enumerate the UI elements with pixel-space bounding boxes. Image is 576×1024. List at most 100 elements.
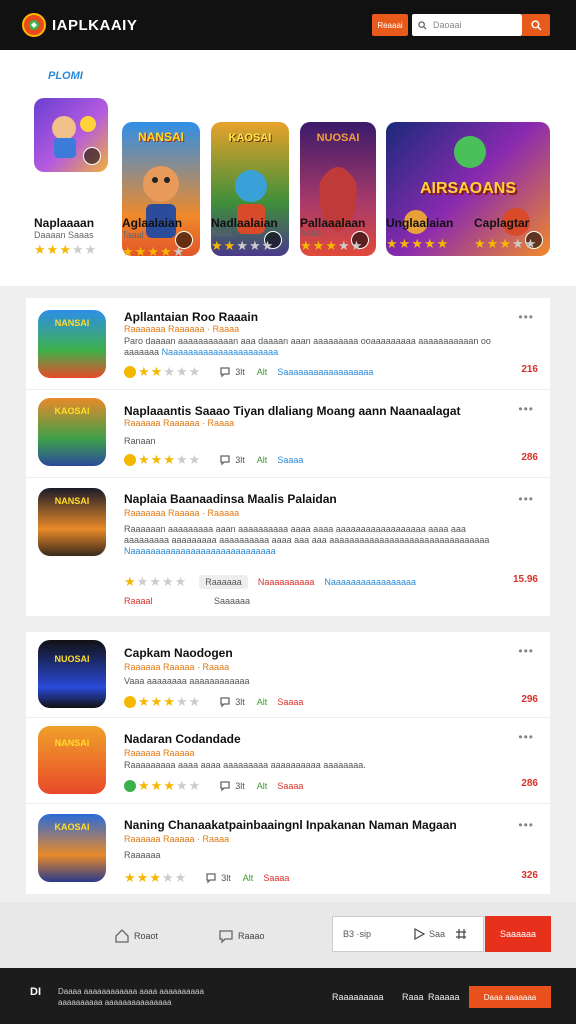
- list-item[interactable]: KAOSAI Naning Chanaakatpainbaaingnl Inpa…: [26, 804, 550, 894]
- app-title[interactable]: Naning Chanaakatpainbaaingnl Inpakanan N…: [124, 818, 457, 832]
- list-item[interactable]: NANSAI Apllantaian Roo Raaain Raaaaaaa R…: [26, 298, 550, 390]
- featured-title-6[interactable]: Caplagtar: [474, 216, 529, 230]
- app-title[interactable]: Naplaaantis Saaao Tiyan dlaliang Moang a…: [124, 404, 461, 418]
- featured-tile-1[interactable]: [34, 98, 108, 172]
- star-empty-icon: ★: [163, 364, 176, 379]
- list-item[interactable]: NUOSAI Capkam Naodogen Raaaaaa Raaaaa · …: [26, 632, 550, 718]
- more-options-icon[interactable]: •••: [518, 818, 534, 832]
- nav-chat[interactable]: Raaao: [218, 928, 265, 944]
- rating-stars-3: ★★★★★: [211, 238, 274, 254]
- rating-stars-1: ★★★★★: [34, 242, 97, 258]
- star-filled-icon: ★: [474, 236, 487, 251]
- more-options-icon[interactable]: •••: [518, 492, 534, 506]
- primary-cta-button[interactable]: Saaaaaa: [485, 916, 551, 952]
- app-subtitle: Raaaaaaa Raaaaaa · Raaaa: [124, 324, 240, 334]
- footer-link-left[interactable]: Raaaal: [124, 596, 153, 606]
- app-title[interactable]: Apllantaian Roo Raaain: [124, 310, 258, 324]
- app-icon: NANSAI: [38, 726, 106, 794]
- star-filled-icon: ★: [159, 244, 173, 259]
- comment-icon[interactable]: [219, 454, 231, 466]
- footer-logo[interactable]: DI: [30, 986, 41, 998]
- star-empty-icon: ★: [337, 238, 351, 253]
- footer-link-mid[interactable]: Saaaaaa: [214, 596, 250, 606]
- tile-logo-text: NANSAI: [54, 318, 90, 328]
- star-empty-icon: ★: [174, 870, 188, 885]
- star-empty-icon: ★: [261, 238, 275, 253]
- app-title[interactable]: Naplaia Baanaadinsa Maalis Palaidan: [124, 492, 337, 506]
- tag-chip[interactable]: Raaaaaa: [199, 575, 248, 589]
- comment-icon[interactable]: [219, 780, 231, 792]
- star-filled-icon: ★: [436, 236, 450, 251]
- featured-section: PLOMI NANSAI KAOSAI NUOSAI AIRSAOANS Nap…: [0, 50, 576, 286]
- comment-icon[interactable]: [205, 872, 217, 884]
- play-badge-icon: [83, 147, 101, 165]
- featured-title-1[interactable]: Naplaaaan: [34, 216, 94, 230]
- search-icon: [530, 19, 541, 30]
- search-input[interactable]: Daoaai: [412, 14, 522, 36]
- app-description: Vaaa aaaaaaaa aaaaaaaaaaaa: [124, 676, 250, 686]
- star-filled-icon: ★: [136, 870, 150, 885]
- send-icon[interactable]: [413, 928, 426, 940]
- footer-cta-button[interactable]: Daaa aaaaaaa: [469, 986, 551, 1008]
- brand-logo-icon[interactable]: [22, 13, 46, 37]
- app-description: Raaaaaaaaa aaaa aaaa aaaaaaaaa aaaaaaaaa…: [124, 760, 366, 770]
- app-meta: ★★★★★ 3lt Alt Saaaa: [124, 778, 303, 794]
- star-filled-icon: ★: [134, 244, 148, 259]
- footer-link-3[interactable]: Raaaaa: [428, 992, 460, 1002]
- grid-icon[interactable]: [455, 928, 467, 940]
- star-filled-icon: ★: [163, 778, 176, 793]
- footer: DI Daaaa aaaaaaaaaaaa aaaa aaaaaaaaaa aa…: [0, 968, 576, 1024]
- star-filled-icon: ★: [150, 452, 164, 467]
- comment-icon[interactable]: [219, 366, 231, 378]
- header-button[interactable]: Reaaai: [372, 14, 408, 36]
- app-list-1: NANSAI Apllantaian Roo Raaain Raaaaaaa R…: [26, 298, 550, 616]
- app-subtitle: Raaaaaa Raaaaa: [124, 748, 195, 758]
- app-title[interactable]: Capkam Naodogen: [124, 646, 233, 660]
- search-button[interactable]: [522, 14, 550, 36]
- footer-link-2[interactable]: Raaa: [402, 992, 424, 1002]
- star-filled-icon: ★: [122, 244, 135, 259]
- featured-title-2[interactable]: Aglaalaian: [122, 216, 182, 230]
- app-description: Raaaaaa: [124, 850, 161, 860]
- message-input[interactable]: B3 ·sip: [343, 929, 371, 939]
- coin-icon: [124, 780, 136, 792]
- app-list-2: NUOSAI Capkam Naodogen Raaaaaa Raaaaa · …: [26, 632, 550, 894]
- star-filled-icon: ★: [398, 236, 412, 251]
- featured-sub-4: Aaaa: [300, 228, 322, 238]
- coin-icon: [124, 366, 136, 378]
- star-empty-icon: ★: [188, 364, 202, 379]
- more-options-icon[interactable]: •••: [518, 402, 534, 416]
- price-label: 216: [521, 364, 538, 375]
- brand-name[interactable]: IAPLKAAIY: [52, 17, 137, 34]
- app-title[interactable]: Nadaran Codandade: [124, 732, 241, 746]
- more-options-icon[interactable]: •••: [518, 310, 534, 324]
- star-filled-icon: ★: [163, 694, 176, 709]
- star-filled-icon: ★: [150, 778, 164, 793]
- app-meta: ★★★★★ 3lt Alt Saaaaaaaaaaaaaaaaaa: [124, 364, 373, 380]
- more-options-icon[interactable]: •••: [518, 730, 534, 744]
- star-empty-icon: ★: [175, 694, 189, 709]
- price-label: 286: [521, 452, 538, 463]
- app-description: Ranaan: [124, 436, 156, 446]
- price-label: 286: [521, 778, 538, 789]
- app-meta: ★★★★★ 3lt Alt Saaaa: [124, 452, 303, 468]
- rating-stars: ★★★★★: [124, 870, 187, 886]
- list-item[interactable]: NANSAI Naplaia Baanaadinsa Maalis Palaid…: [26, 478, 550, 616]
- rating-stars: ★★★★★: [138, 778, 201, 794]
- more-options-icon[interactable]: •••: [518, 644, 534, 658]
- featured-title-5[interactable]: Unglaalaian: [386, 216, 453, 230]
- star-filled-icon: ★: [59, 242, 72, 257]
- nav-home[interactable]: Roaot: [114, 928, 158, 944]
- list-item[interactable]: NANSAI Nadaran Codandade Raaaaaa Raaaaa …: [26, 718, 550, 804]
- send-label: Saa: [429, 929, 446, 939]
- rating-stars: ★★★★★: [138, 452, 201, 468]
- comment-icon[interactable]: [219, 696, 231, 708]
- message-box[interactable]: B3 ·sip Saa: [332, 916, 484, 952]
- footer-link-1[interactable]: Raaaaaaaaa: [332, 992, 384, 1002]
- star-empty-icon: ★: [248, 238, 262, 253]
- tile-logo-text: KAOSAI: [228, 132, 272, 144]
- star-filled-icon: ★: [386, 236, 399, 251]
- app-meta: ★★★★★ 3lt Alt Saaaa: [124, 694, 303, 710]
- list-item[interactable]: KAOSAI Naplaaantis Saaao Tiyan dlaliang …: [26, 390, 550, 478]
- app-icon: KAOSAI: [38, 398, 106, 466]
